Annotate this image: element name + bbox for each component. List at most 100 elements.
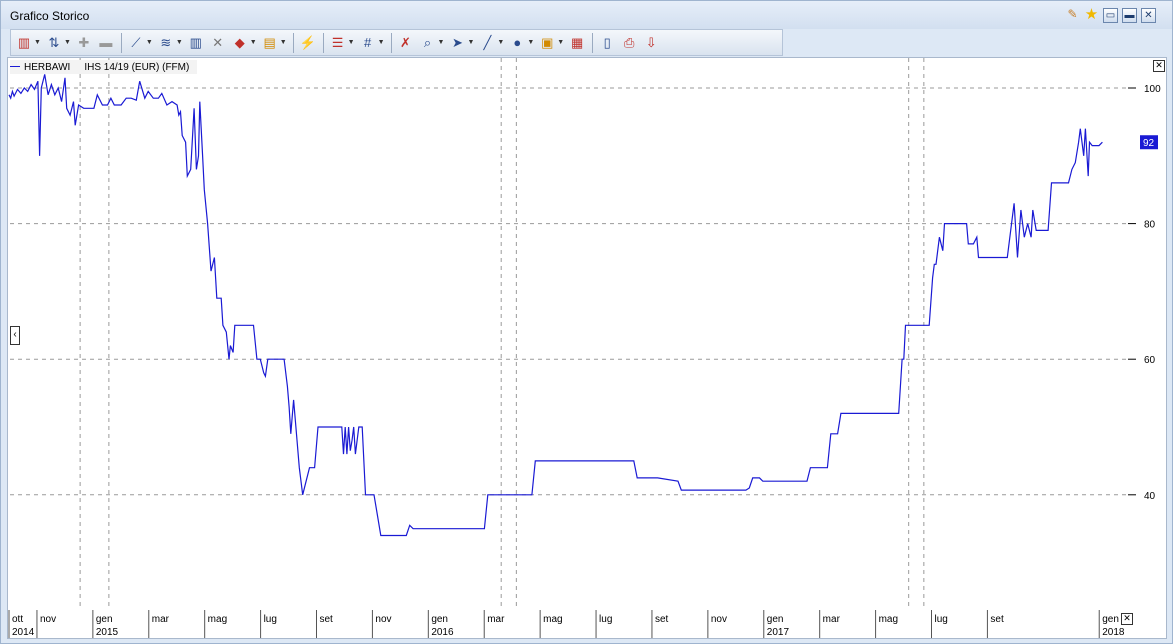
indicators-button[interactable]: ⟋ ▼: [127, 33, 153, 53]
toolbar-separator: [120, 32, 122, 53]
x-tick-label: nov: [40, 614, 56, 625]
zoom-button[interactable]: ⌕ ▼: [419, 33, 445, 53]
x-tick-year: 2016: [431, 627, 454, 638]
legend-instrument-name: IHS 14/19 (EUR) (FFM): [84, 61, 190, 73]
chart-window: Grafico Storico ✎ ★ ▭ ▬ ✕ ▥ ▼ ⇅ ▼ ✚ ▬ ⟋ ▼ ≋…: [0, 0, 1173, 644]
indicators-icon: ⟋: [131, 34, 141, 50]
export-button[interactable]: ⇩: [642, 33, 660, 53]
chevron-down-icon: ▼: [437, 39, 445, 46]
chevron-down-icon: ▼: [377, 39, 385, 46]
line-draw-icon: ╱: [483, 34, 492, 50]
remove-study-icon: ▬: [99, 35, 113, 50]
chart-toolbar: ▥ ▼ ⇅ ▼ ✚ ▬ ⟋ ▼ ≋ ▼ ▥ ✕ ◆ ▼ ▤ ▼ ⚡ ☰ ▼ # ▼ ✗ ⌕ ▼ ➤…: [10, 29, 783, 56]
x-tick-label: mar: [152, 614, 170, 625]
remove-study-button[interactable]: ▬: [97, 33, 115, 53]
legend-series-name: HERBAWI: [24, 61, 71, 73]
trendline-icon: ≋: [160, 34, 172, 50]
pointer-button[interactable]: ➤ ▼: [448, 33, 474, 53]
candlestick-button[interactable]: ◆ ▼: [231, 33, 257, 53]
chevron-down-icon: ▼: [34, 39, 41, 46]
chart-type-icon: ▥: [17, 34, 31, 50]
crossline-button[interactable]: ✕: [209, 33, 227, 53]
x-tick-label: lug: [264, 614, 277, 625]
x-tick-year: 2017: [767, 627, 790, 638]
x-tick-label: mar: [487, 614, 505, 625]
crossline-icon: ✕: [212, 34, 224, 50]
clear-button[interactable]: ▦: [568, 33, 586, 53]
delete-drawing-button[interactable]: ✗: [397, 33, 415, 53]
grid-style-button[interactable]: ☰ ▼: [329, 33, 355, 53]
volume-button[interactable]: ⚡: [299, 33, 317, 53]
toolbar-separator: [322, 32, 324, 53]
chart-legend: HERBAWI IHS 14/19 (EUR) (FFM): [10, 60, 198, 74]
chevron-down-icon: ▼: [557, 39, 565, 46]
clipboard-icon: ▯: [603, 34, 611, 50]
x-tick-label: mag: [543, 614, 562, 625]
price-chart[interactable]: 100 80 60 40 ott 2014 nov gen 2015 mar mag lug set no…: [8, 58, 1166, 638]
toolbar-separator: [592, 32, 594, 53]
clear-icon: ▦: [571, 34, 584, 50]
close-button[interactable]: ✕: [1141, 8, 1156, 23]
add-study-button[interactable]: ✚: [75, 33, 93, 53]
x-tick-label: set: [655, 614, 669, 625]
chevron-down-icon: ▼: [497, 39, 505, 46]
toolbar-separator: [390, 32, 392, 53]
close-axis-icon[interactable]: ✕: [1121, 613, 1133, 625]
line-draw-button[interactable]: ╱ ▼: [478, 33, 504, 53]
chevron-down-icon: ▼: [279, 39, 287, 46]
x-tick-year: 2018: [1102, 627, 1125, 638]
legend-item-series[interactable]: HERBAWI: [10, 62, 70, 73]
export-icon: ⇩: [645, 34, 657, 50]
minimize-button[interactable]: ▬: [1122, 8, 1137, 23]
chart-area[interactable]: 100 80 60 40 ott 2014 nov gen 2015 mar mag lug set no…: [7, 57, 1167, 639]
favorite-star-icon[interactable]: ★: [1084, 7, 1099, 23]
x-tick-label: mar: [823, 614, 841, 625]
restore-button[interactable]: ▭: [1103, 8, 1118, 23]
grid-button[interactable]: # ▼: [359, 33, 385, 53]
image-button[interactable]: ▣ ▼: [538, 33, 564, 53]
x-tick-label: lug: [599, 614, 612, 625]
clipboard-button[interactable]: ▯: [598, 33, 616, 53]
print-icon: ⎙: [623, 34, 635, 50]
close-legend-icon[interactable]: ✕: [1153, 60, 1165, 72]
image-icon: ▣: [541, 34, 554, 50]
legend-line-swatch: [10, 66, 20, 68]
y-tick-label: 80: [1144, 220, 1156, 231]
trendline-button[interactable]: ≋ ▼: [157, 33, 183, 53]
y-tick-label: 100: [1144, 84, 1161, 95]
x-tick-year: 2015: [96, 627, 119, 638]
chevron-down-icon: ▼: [145, 39, 153, 46]
color-button[interactable]: ● ▼: [508, 33, 534, 53]
chevron-down-icon: ▼: [175, 39, 183, 46]
print-button[interactable]: ⎙: [620, 33, 638, 53]
x-tick-label: gen: [1102, 614, 1119, 625]
x-tick-label: set: [320, 614, 334, 625]
chart-type-button[interactable]: ▥ ▼: [15, 33, 41, 53]
chevron-down-icon: ▼: [249, 39, 257, 46]
chevron-down-icon: ▼: [527, 39, 535, 46]
x-tick-label: gen: [431, 614, 448, 625]
chevron-down-icon: ▼: [63, 39, 71, 46]
x-tick-year: 2014: [12, 627, 35, 638]
x-tick-label: nov: [711, 614, 727, 625]
x-tick-label: gen: [96, 614, 113, 625]
pointer-icon: ➤: [451, 34, 463, 50]
add-study-icon: ✚: [78, 34, 90, 50]
x-tick-label: mag: [208, 614, 227, 625]
candlestick-icon: ◆: [234, 34, 245, 50]
x-tick-label: nov: [375, 614, 391, 625]
series-line-herbawi: [8, 74, 1103, 537]
data-button[interactable]: ▤ ▼: [261, 33, 287, 53]
x-tick-label: lug: [935, 614, 948, 625]
compare-button[interactable]: ⇅ ▼: [45, 33, 71, 53]
zoom-icon: ⌕: [423, 34, 432, 50]
compare-icon: ⇅: [48, 34, 60, 50]
chevron-down-icon: ▼: [467, 39, 475, 46]
y-tick-label: 60: [1144, 355, 1156, 366]
delete-drawing-icon: ✗: [400, 34, 411, 50]
pin-icon[interactable]: ✎: [1065, 8, 1080, 23]
x-tick-label: set: [990, 614, 1004, 625]
window-title: Grafico Storico: [10, 9, 90, 23]
bar-style-button[interactable]: ▥: [187, 33, 205, 53]
scroll-left-icon[interactable]: ‹: [10, 326, 20, 345]
